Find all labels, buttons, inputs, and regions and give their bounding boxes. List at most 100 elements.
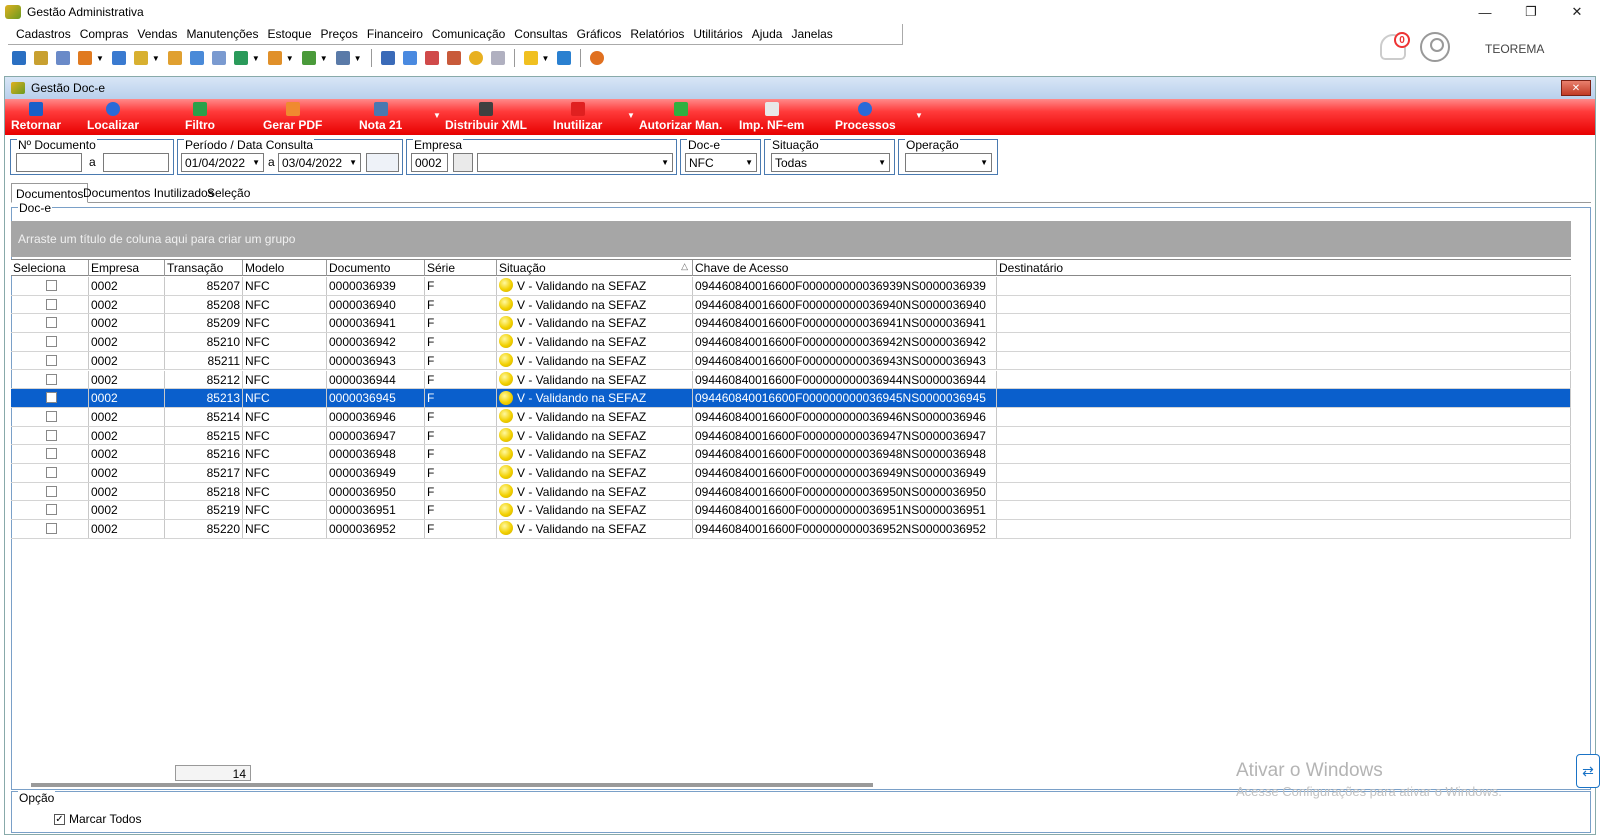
start-date-picker[interactable]: 01/04/2022 (181, 153, 264, 172)
row-select-checkbox[interactable] (46, 336, 57, 348)
table-row[interactable]: 0002 85215 NFC 0000036947 F V - Validando na … (11, 426, 1571, 446)
doce-select[interactable]: NFC (685, 153, 757, 172)
row-select-checkbox[interactable] (46, 392, 57, 404)
close-button[interactable]: ✕ (1554, 0, 1600, 24)
filtro-button[interactable]: Filtro (185, 99, 215, 135)
calendar-icon[interactable] (366, 153, 399, 172)
tab-documentos[interactable]: Documentos (11, 183, 89, 203)
id-icon[interactable] (211, 51, 226, 65)
chevron-down-icon[interactable]: ▼ (433, 111, 441, 120)
chevron-down-icon[interactable]: ▼ (354, 54, 362, 63)
report-icon[interactable] (446, 51, 461, 65)
table-row[interactable]: 0002 85214 NFC 0000036946 F V - Validando na … (11, 407, 1571, 427)
menu-manutencoes[interactable]: Manutenções (186, 27, 258, 41)
row-select-checkbox[interactable] (46, 298, 57, 310)
chevron-down-icon[interactable]: ▼ (152, 54, 160, 63)
operacao-select[interactable] (905, 153, 992, 172)
money-icon[interactable] (301, 51, 316, 65)
people-icon[interactable] (34, 51, 48, 65)
table-row[interactable]: 0002 85209 NFC 0000036941 F V - Validando na … (11, 314, 1571, 334)
empresa-code-input[interactable]: 0002 (411, 153, 448, 172)
table-row[interactable]: 0002 85213 NFC 0000036945 F V - Validando na … (11, 389, 1571, 408)
group-by-area[interactable]: Arraste um título de coluna aqui para cr… (11, 221, 1571, 257)
menu-cadastros[interactable]: Cadastros (16, 27, 71, 41)
coin-icon[interactable] (468, 51, 483, 65)
table-row[interactable]: 0002 85216 NFC 0000036948 F V - Validando na … (11, 445, 1571, 464)
col-seleciona[interactable]: Seleciona (11, 260, 89, 276)
row-select-checkbox[interactable] (46, 410, 57, 422)
cart-icon[interactable] (233, 51, 248, 65)
row-select-checkbox[interactable] (46, 448, 57, 460)
menu-relatorios[interactable]: Relatórios (630, 27, 684, 41)
menu-comunicacao[interactable]: Comunicação (432, 27, 505, 41)
col-chave[interactable]: Chave de Acesso (693, 260, 997, 276)
menu-vendas[interactable]: Vendas (137, 27, 177, 41)
grid-icon[interactable] (402, 51, 417, 65)
chevron-down-icon[interactable]: ▼ (96, 54, 104, 63)
user-avatar-icon[interactable] (1420, 32, 1450, 62)
search-icon[interactable] (453, 153, 473, 172)
calculator-icon[interactable] (380, 51, 395, 65)
table-row[interactable]: 0002 85217 NFC 0000036949 F V - Validando na … (11, 464, 1571, 483)
chevron-down-icon[interactable]: ▼ (286, 54, 294, 63)
folder-icon[interactable] (133, 51, 148, 65)
chevron-down-icon[interactable]: ▼ (320, 54, 328, 63)
row-select-checkbox[interactable] (46, 429, 57, 441)
tab-documentos-inutilizados[interactable]: Documentos Inutilizados (79, 183, 218, 203)
row-select-checkbox[interactable] (46, 485, 57, 497)
menu-precos[interactable]: Preços (321, 27, 358, 41)
menu-ajuda[interactable]: Ajuda (752, 27, 783, 41)
marcar-todos-checkbox[interactable]: ✓ (54, 814, 65, 825)
col-modelo[interactable]: Modelo (243, 260, 327, 276)
table-row[interactable]: 0002 85219 NFC 0000036951 F V - Validando na … (11, 501, 1571, 521)
box-icon[interactable] (267, 51, 282, 65)
autorizar-man-button[interactable]: Autorizar Man. (639, 99, 722, 135)
file-icon[interactable] (111, 51, 126, 65)
row-select-checkbox[interactable] (46, 523, 57, 535)
table-icon[interactable] (490, 51, 505, 65)
processos-button[interactable]: Processos (835, 99, 896, 135)
col-transacao[interactable]: Transação (165, 260, 243, 276)
col-situacao[interactable]: Situação △ (497, 260, 693, 276)
table-row[interactable]: 0002 85207 NFC 0000036939 F V - Validando na … (11, 277, 1571, 296)
nota21-button[interactable]: Nota 21 (359, 99, 402, 135)
row-select-checkbox[interactable] (46, 317, 57, 329)
restore-button[interactable]: ❐ (1508, 0, 1554, 24)
star-icon[interactable] (523, 51, 538, 65)
bank-icon[interactable] (189, 51, 204, 65)
inutilizar-button[interactable]: Inutilizar (553, 99, 602, 135)
row-select-checkbox[interactable] (46, 280, 57, 291)
user-icon[interactable] (167, 51, 182, 65)
chevron-down-icon[interactable]: ▼ (627, 111, 635, 120)
printer-icon[interactable] (335, 51, 350, 65)
doc-icon[interactable] (12, 51, 26, 65)
calendar-icon[interactable] (424, 51, 439, 65)
retornar-button[interactable]: Retornar (11, 99, 61, 135)
imp-nfem-button[interactable]: Imp. NF-em (739, 99, 804, 135)
table-row[interactable]: 0002 85211 NFC 0000036943 F V - Validando na … (11, 351, 1571, 371)
end-date-picker[interactable]: 03/04/2022 (278, 153, 361, 172)
table-row[interactable]: 0002 85212 NFC 0000036944 F V - Validando na … (11, 370, 1571, 390)
doce-close-button[interactable]: ✕ (1561, 80, 1591, 96)
remote-support-icon[interactable]: ⇄ (1576, 754, 1600, 788)
menu-consultas[interactable]: Consultas (514, 27, 567, 41)
chevron-down-icon[interactable]: ▼ (915, 111, 923, 120)
menu-janelas[interactable]: Janelas (791, 27, 832, 41)
gerar-pdf-button[interactable]: Gerar PDF (263, 99, 322, 135)
col-serie[interactable]: Série (425, 260, 497, 276)
menu-estoque[interactable]: Estoque (267, 27, 311, 41)
col-empresa[interactable]: Empresa (89, 260, 165, 276)
num-doc-from-input[interactable] (16, 153, 82, 172)
window-icon[interactable] (557, 51, 572, 65)
row-select-checkbox[interactable] (46, 373, 57, 385)
row-select-checkbox[interactable] (46, 354, 57, 366)
menu-graficos[interactable]: Gráficos (577, 27, 622, 41)
col-documento[interactable]: Documento (327, 260, 425, 276)
card-icon[interactable] (56, 51, 70, 65)
chevron-down-icon[interactable]: ▼ (252, 54, 260, 63)
table-row[interactable]: 0002 85208 NFC 0000036940 F V - Validando na … (11, 295, 1571, 315)
col-destinatario[interactable]: Destinatário (997, 260, 1571, 276)
situacao-select[interactable]: Todas (771, 153, 890, 172)
empresa-name-select[interactable] (477, 153, 673, 172)
horizontal-scrollbar[interactable] (31, 783, 873, 787)
